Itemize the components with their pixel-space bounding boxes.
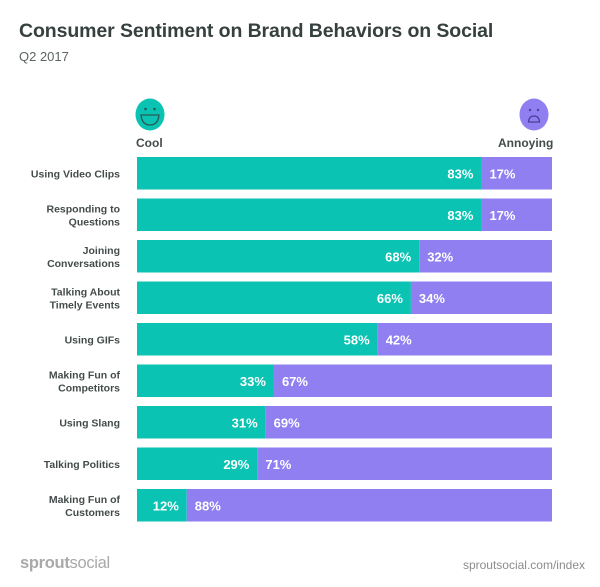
category-label: Making Fun of Competitors — [49, 369, 121, 394]
data-label-annoying: 32% — [427, 249, 453, 264]
footer-url: sproutsocial.com/index — [462, 558, 585, 572]
bar-cool — [137, 240, 420, 273]
bar-cool — [137, 198, 482, 231]
stacked-bar-chart: Using Video Clips 83% 17% Responding to Ques… — [31, 157, 553, 522]
data-label-cool: 83% — [447, 166, 473, 181]
data-label-cool: 29% — [223, 457, 249, 472]
bar-cool — [137, 157, 482, 190]
data-label-annoying: 88% — [195, 498, 221, 513]
data-label-cool: 66% — [377, 291, 403, 306]
category-label: Using Video Clips — [31, 168, 120, 180]
bar-annoying — [186, 489, 553, 522]
category-label: Joining Conversations — [47, 245, 120, 270]
data-label-annoying: 42% — [386, 332, 412, 347]
category-label: Talking Politics — [44, 459, 120, 471]
bar-cool — [137, 281, 411, 314]
data-label-annoying: 71% — [265, 457, 291, 472]
bar-annoying — [265, 406, 552, 439]
sproutsocial-logo: sproutsocial — [20, 554, 110, 573]
bar-cool — [137, 323, 378, 356]
data-label-cool: 83% — [447, 208, 473, 223]
category-label: Using GIFs — [65, 334, 121, 346]
data-label-annoying: 67% — [282, 374, 308, 389]
data-label-annoying: 17% — [489, 208, 515, 223]
logo-light-part: social — [69, 554, 111, 572]
logo-bold-part: sprout — [20, 554, 70, 572]
category-label: Talking About Timely Events — [50, 286, 121, 311]
data-label-cool: 68% — [385, 249, 411, 264]
data-label-annoying: 34% — [419, 291, 445, 306]
data-label-cool: 31% — [232, 415, 258, 430]
data-label-cool: 33% — [240, 374, 266, 389]
data-label-cool: 58% — [344, 332, 370, 347]
data-label-annoying: 69% — [274, 415, 300, 430]
category-label: Using Slang — [59, 417, 120, 429]
bar-annoying — [273, 364, 552, 397]
data-label-annoying: 17% — [489, 166, 515, 181]
category-label: Responding to Questions — [47, 203, 121, 228]
data-label-cool: 12% — [153, 498, 179, 513]
category-label: Making Fun of Customers — [49, 494, 121, 519]
bar-annoying — [257, 447, 552, 480]
